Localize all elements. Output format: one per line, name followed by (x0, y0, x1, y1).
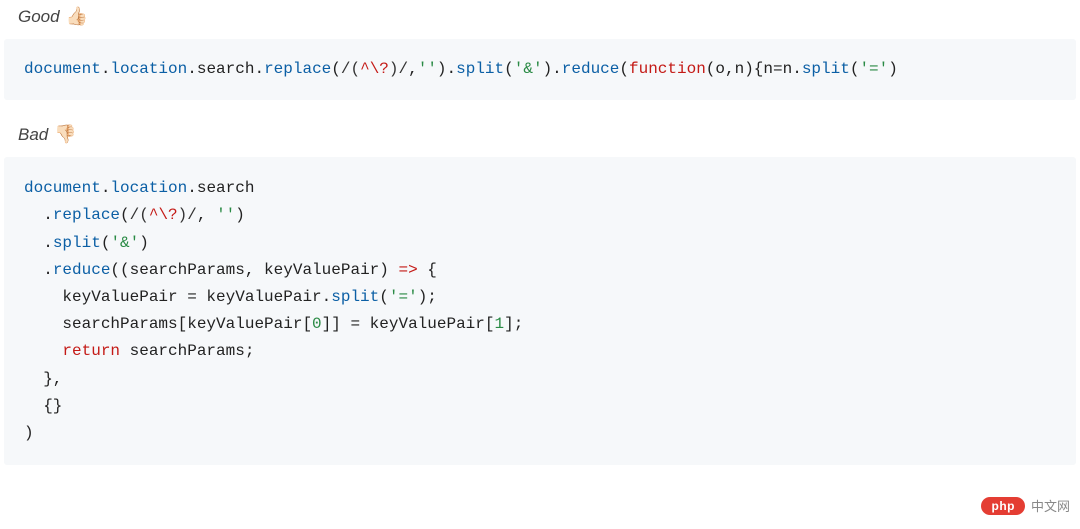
code-token: split (456, 60, 504, 78)
code-token: {} (24, 397, 62, 415)
bad-label-text: Bad (18, 125, 48, 145)
code-token: )/ (178, 206, 197, 224)
code-token: '&' (514, 60, 543, 78)
watermark-pill: php (981, 497, 1025, 515)
good-label-text: Good (18, 7, 60, 27)
code-token: 0 (312, 315, 322, 333)
code-token: . (187, 60, 197, 78)
code-token: ) (24, 424, 34, 442)
code-token: split (331, 288, 379, 306)
code-token: 1 (494, 315, 504, 333)
thumbs-up-icon: 👍🏻 (66, 6, 88, 27)
code-token: ). (437, 60, 456, 78)
code-token: ]] = keyValuePair[ (322, 315, 495, 333)
code-token: searchParams; (120, 342, 254, 360)
code-token: '&' (110, 234, 139, 252)
code-token: . (24, 206, 53, 224)
code-token: . (254, 60, 264, 78)
code-token: ( (379, 288, 389, 306)
bad-code-block: document.location.search .replace(/(^\?)… (4, 157, 1076, 465)
code-token: , (408, 60, 418, 78)
code-token: document (24, 60, 101, 78)
code-token: ) (139, 234, 149, 252)
code-token: { (418, 261, 437, 279)
good-label: Good 👍🏻 (0, 0, 1080, 39)
code-token: /( (130, 206, 149, 224)
code-token: (o,n){n=n. (706, 60, 802, 78)
code-token: keyValuePair = keyValuePair. (24, 288, 331, 306)
code-token: ((searchParams, keyValuePair) (110, 261, 398, 279)
code-token: . (187, 179, 197, 197)
code-token (24, 342, 62, 360)
code-token: search (197, 60, 255, 78)
code-token: ( (120, 206, 130, 224)
code-token: '' (418, 60, 437, 78)
code-token: . (101, 60, 111, 78)
good-code-block: document.location.search.replace(/(^\?)/… (4, 39, 1076, 100)
code-token: replace (264, 60, 331, 78)
code-token: '=' (859, 60, 888, 78)
code-token: /( (341, 60, 360, 78)
code-token: '=' (389, 288, 418, 306)
code-token: )/ (389, 60, 408, 78)
code-token: reduce (53, 261, 111, 279)
code-token: . (24, 234, 53, 252)
code-token: ); (418, 288, 437, 306)
code-token: ]; (504, 315, 523, 333)
code-token: search (197, 179, 255, 197)
code-token: function (629, 60, 706, 78)
code-token: ( (619, 60, 629, 78)
code-token: ) (888, 60, 898, 78)
code-token: '' (216, 206, 235, 224)
code-token: document (24, 179, 101, 197)
code-token: => (398, 261, 417, 279)
code-token: split (802, 60, 850, 78)
code-token: ^\? (360, 60, 389, 78)
code-token: location (110, 179, 187, 197)
watermark-text: 中文网 (1031, 496, 1070, 515)
code-token: location (110, 60, 187, 78)
code-token: ( (101, 234, 111, 252)
code-token: ( (504, 60, 514, 78)
bad-label: Bad 👎🏻 (0, 118, 1080, 157)
code-token: }, (24, 370, 62, 388)
code-token: ( (850, 60, 860, 78)
code-token: . (101, 179, 111, 197)
watermark: php 中文网 (981, 496, 1070, 515)
code-token: ) (235, 206, 245, 224)
code-token: reduce (562, 60, 620, 78)
code-token: , (197, 206, 216, 224)
code-token: ^\? (149, 206, 178, 224)
thumbs-down-icon: 👎🏻 (54, 124, 76, 145)
code-token: return (62, 342, 120, 360)
code-token: searchParams[keyValuePair[ (24, 315, 312, 333)
code-token: . (24, 261, 53, 279)
code-token: ). (543, 60, 562, 78)
code-token: ( (331, 60, 341, 78)
code-token: replace (53, 206, 120, 224)
code-token: split (53, 234, 101, 252)
